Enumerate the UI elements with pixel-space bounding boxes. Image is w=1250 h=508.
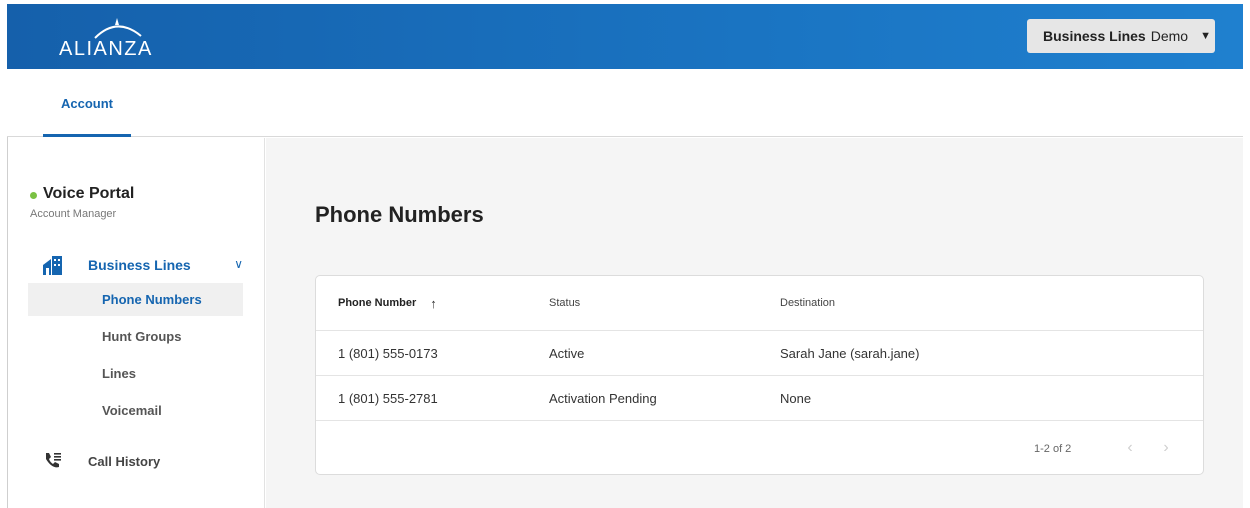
table-row[interactable]: 1 (801) 555-2781 Activation Pending None xyxy=(316,376,1203,421)
sidebar-group-label: Business Lines xyxy=(88,257,191,273)
main-content: Phone Numbers Phone Number ↑ Status Dest… xyxy=(266,138,1243,508)
sidebar-group-business-lines[interactable]: Business Lines ∨ xyxy=(28,251,243,279)
sidebar: Voice Portal Account Manager Business Li… xyxy=(8,138,265,508)
account-name: Business Lines xyxy=(1043,28,1146,44)
caret-down-icon: ▼ xyxy=(1200,30,1211,42)
chevron-right-icon[interactable]: › xyxy=(1156,437,1176,459)
top-header: ALIANZA Business Lines Demo ▼ xyxy=(7,4,1243,69)
phone-list-icon xyxy=(40,448,66,474)
logo-arc-icon xyxy=(94,18,142,39)
tab-bar: Account xyxy=(7,69,1243,137)
table-header: Phone Number ↑ Status Destination xyxy=(316,276,1203,331)
account-selector-button[interactable]: Business Lines Demo ▼ xyxy=(1027,19,1215,53)
call-history-label: Call History xyxy=(88,453,161,469)
portal-title: Voice Portal xyxy=(43,185,135,202)
chevron-left-icon[interactable]: ‹ xyxy=(1120,437,1140,459)
column-header-phone-number[interactable]: Phone Number ↑ xyxy=(338,276,437,330)
cell-destination: Sarah Jane (sarah.jane) xyxy=(780,345,920,361)
portal-subtitle: Account Manager xyxy=(30,208,117,220)
alianza-logo[interactable]: ALIANZA xyxy=(57,14,167,60)
building-icon xyxy=(40,252,66,278)
cell-destination: None xyxy=(780,390,812,406)
cell-phone-number: 1 (801) 555-2781 xyxy=(338,390,438,406)
sidebar-item-voicemail[interactable]: Voicemail xyxy=(28,394,243,427)
cell-status: Activation Pending xyxy=(549,390,657,406)
pagination-range: 1-2 of 2 xyxy=(1034,442,1072,455)
logo-text: ALIANZA xyxy=(59,38,153,60)
status-dot xyxy=(30,192,37,199)
column-header-label: Phone Number xyxy=(338,297,417,309)
pagination: 1-2 of 2 ‹ › xyxy=(316,421,1203,474)
chevron-down-icon[interactable]: ∨ xyxy=(234,257,243,271)
column-header-destination[interactable]: Destination xyxy=(780,276,835,330)
tab-account[interactable]: Account xyxy=(43,69,131,137)
page-title: Phone Numbers xyxy=(315,202,484,227)
cell-phone-number: 1 (801) 555-0173 xyxy=(338,345,438,361)
sidebar-item-phone-numbers[interactable]: Phone Numbers xyxy=(28,283,243,316)
sidebar-item-hunt-groups[interactable]: Hunt Groups xyxy=(28,320,243,353)
cell-status: Active xyxy=(549,345,585,361)
sort-ascending-icon[interactable]: ↑ xyxy=(430,296,437,311)
sidebar-item-call-history[interactable]: Call History xyxy=(28,447,243,475)
table-row[interactable]: 1 (801) 555-0173 Active Sarah Jane (sara… xyxy=(316,331,1203,376)
phone-numbers-table: Phone Number ↑ Status Destination 1 (801… xyxy=(315,275,1204,475)
account-suffix: Demo xyxy=(1150,28,1189,44)
active-tab-indicator xyxy=(43,134,131,137)
sidebar-item-lines[interactable]: Lines xyxy=(28,357,243,390)
column-header-status[interactable]: Status xyxy=(549,276,580,330)
